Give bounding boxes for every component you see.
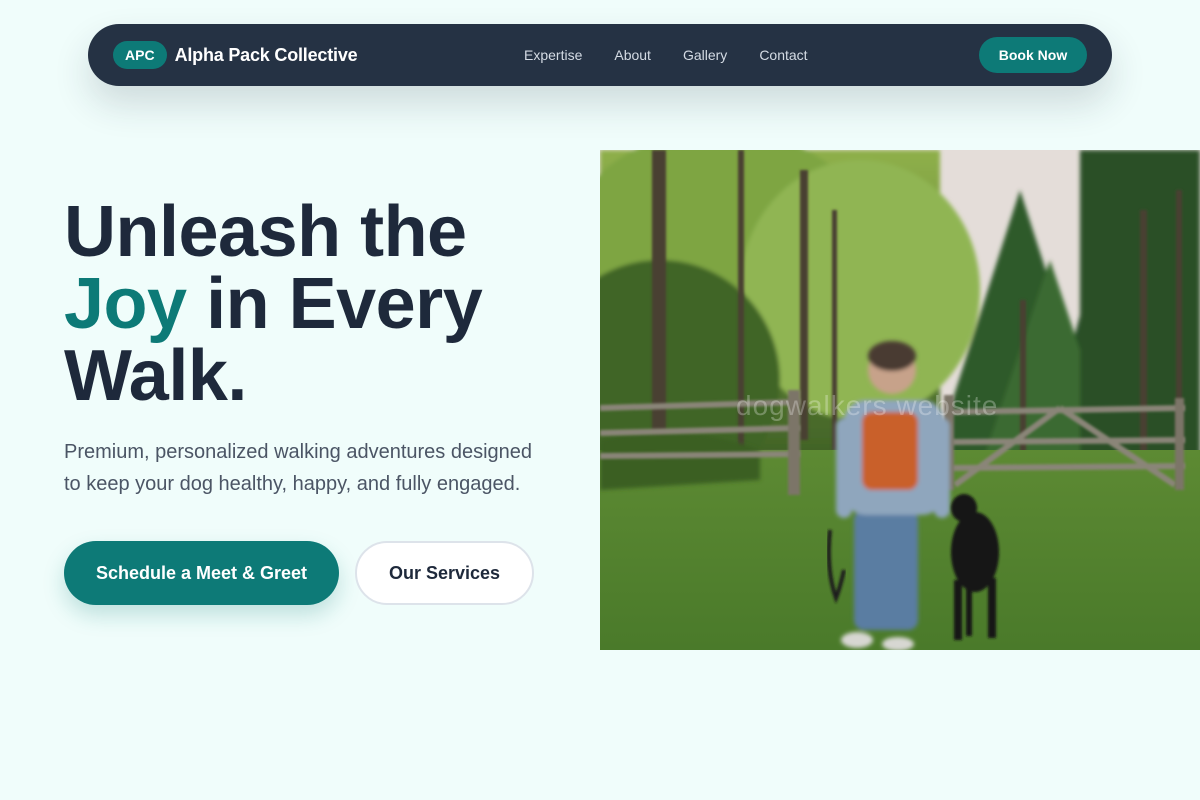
image-watermark: dogwalkers website (736, 390, 999, 421)
book-now-button[interactable]: Book Now (979, 37, 1087, 73)
hero-photo: dogwalkers website (600, 150, 1200, 650)
hero-title-line1: Unleash the (64, 192, 467, 272)
nav-link-about[interactable]: About (614, 47, 651, 63)
nav-link-contact[interactable]: Contact (759, 47, 807, 63)
hero-title-line2: in Every (186, 264, 483, 344)
hero-title-line3: Walk. (64, 336, 247, 416)
schedule-meet-greet-button[interactable]: Schedule a Meet & Greet (64, 541, 339, 605)
nav-link-gallery[interactable]: Gallery (683, 47, 727, 63)
nav-links: Expertise About Gallery Contact (524, 24, 840, 86)
brand-name[interactable]: Alpha Pack Collective (175, 45, 358, 66)
hero-subtitle: Premium, personalized walking adventures… (64, 441, 533, 495)
navbar: APC Alpha Pack Collective Expertise Abou… (88, 24, 1112, 86)
page: APC Alpha Pack Collective Expertise Abou… (0, 0, 1200, 800)
hero-title: Unleash the Joy in Every Walk. (64, 196, 483, 412)
hero-title-accent: Joy (64, 264, 187, 344)
logo-badge[interactable]: APC (113, 41, 167, 69)
our-services-button[interactable]: Our Services (355, 541, 534, 605)
nav-link-expertise[interactable]: Expertise (524, 47, 582, 63)
